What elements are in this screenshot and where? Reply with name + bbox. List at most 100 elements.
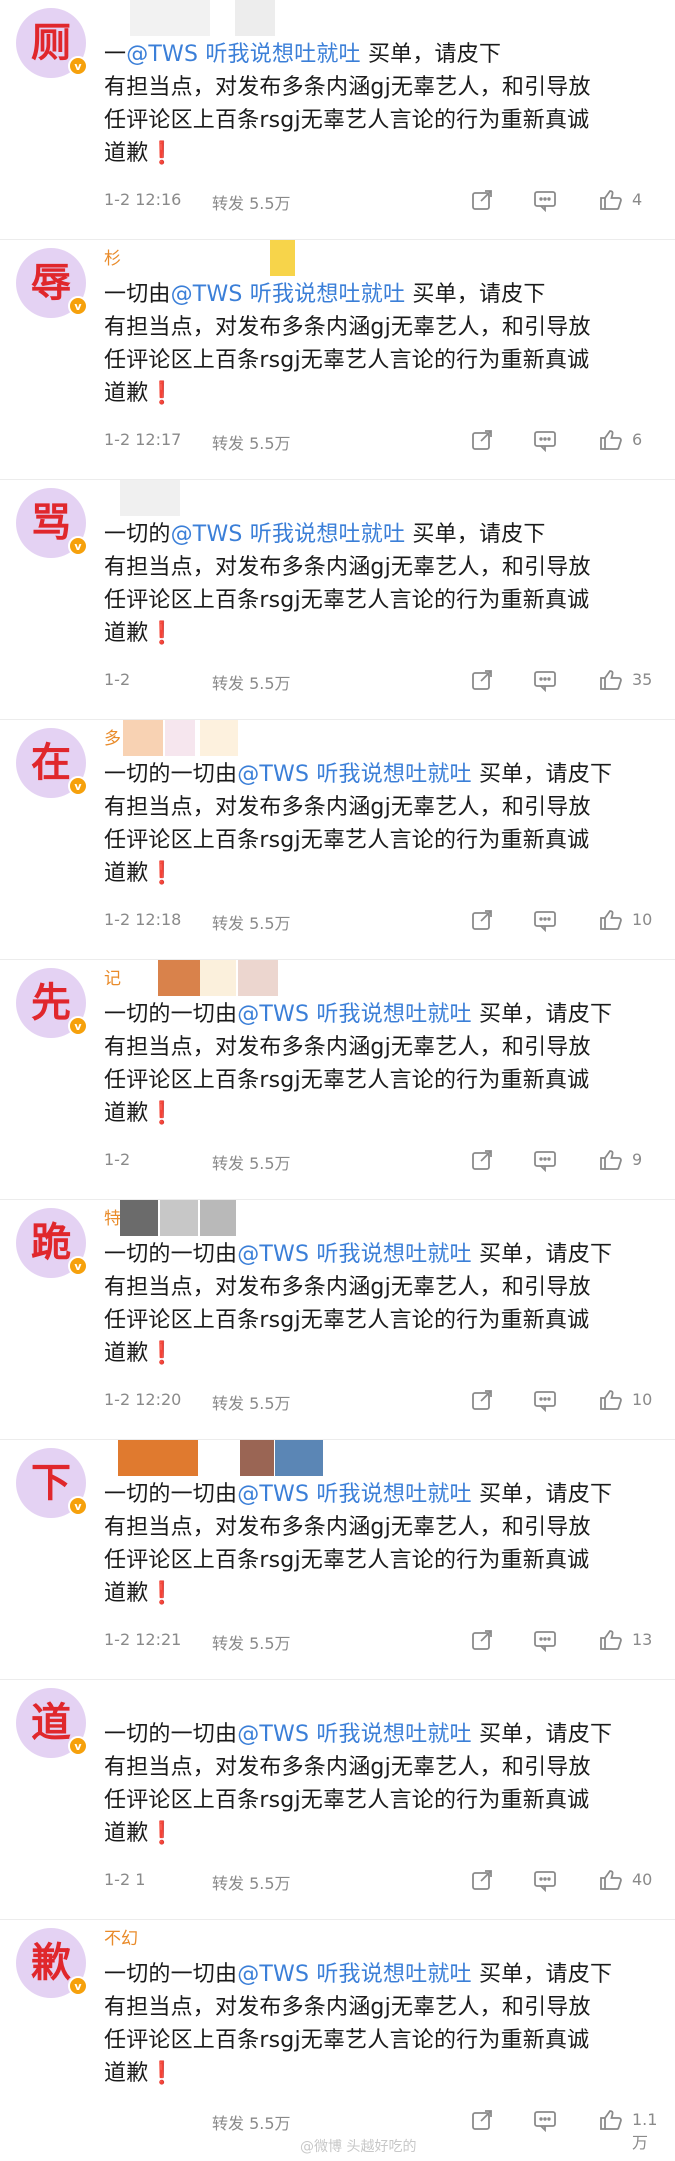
exclamation-icon: ❗	[148, 1821, 176, 1846]
share-icon[interactable]	[470, 1868, 496, 1892]
avatar-character: 先	[31, 980, 71, 1026]
comment-text-line: 任评论区上百条rsgj无辜艺人言论的行为重新真诚	[104, 1308, 590, 1333]
mention-link[interactable]: @TWS 听我说想吐就吐	[237, 1002, 472, 1027]
share-icon[interactable]	[470, 428, 496, 452]
mention-link[interactable]: @TWS 听我说想吐就吐	[237, 762, 472, 787]
comment-icon[interactable]	[532, 908, 558, 933]
avatar-character: 在	[31, 740, 71, 786]
avatar[interactable]: 歉v	[16, 1928, 88, 1998]
timestamp: 1-2 12:21	[104, 1630, 182, 1649]
comment-text-segment: 买单，请皮下	[405, 522, 546, 547]
comment-text: 一切的一切由@TWS 听我说想吐就吐 买单，请皮下 有担当点，对发布多条内涵gj无…	[104, 1718, 664, 1850]
share-icon[interactable]	[470, 1148, 496, 1172]
username[interactable]: 多	[104, 724, 121, 749]
comment-icon[interactable]	[532, 1148, 558, 1173]
comment-text-line: 有担当点，对发布多条内涵gj无辜艺人，和引导放	[104, 555, 591, 580]
comment-text-line: 任评论区上百条rsgj无辜艺人言论的行为重新真诚	[104, 588, 590, 613]
avatar[interactable]: 骂v	[16, 488, 88, 558]
thumbs-up-icon[interactable]	[598, 668, 624, 692]
mention-link[interactable]: @TWS 听我说想吐就吐	[237, 1962, 472, 1987]
comment-prefix: 一切的一切由	[104, 1722, 238, 1747]
mention-link[interactable]: @TWS 听我说想吐就吐	[237, 1722, 472, 1747]
censor-block	[200, 960, 236, 996]
avatar-character: 厕	[31, 20, 71, 66]
comment-text-line: 道歉	[104, 381, 149, 406]
thumbs-up-icon[interactable]	[598, 1868, 624, 1892]
exclamation-icon: ❗	[148, 861, 176, 886]
verified-badge-icon: v	[68, 1496, 88, 1516]
like-count: 13	[632, 1630, 653, 1649]
thumbs-up-icon[interactable]	[598, 1148, 624, 1172]
mention-link[interactable]: @TWS 听我说想吐就吐	[237, 1242, 472, 1267]
comment-icon[interactable]	[532, 1868, 558, 1893]
avatar[interactable]: 辱v	[16, 248, 88, 318]
comment-text-line: 道歉	[104, 141, 149, 166]
mention-link[interactable]: @TWS 听我说想吐就吐	[171, 522, 406, 547]
comment-text-line: 道歉	[104, 1101, 149, 1126]
timestamp: 1-2 12:17	[104, 430, 182, 449]
thumbs-up-icon[interactable]	[598, 1388, 624, 1412]
avatar[interactable]: 跪v	[16, 1208, 88, 1278]
comment-post: 下 v 一切的一切由@TWS 听我说想吐就吐 买单，请皮下 有担当点，对发布多条内涵g…	[0, 1440, 675, 1680]
comment-post: 先 v 记一切的一切由@TWS 听我说想吐就吐 买单，请皮下 有担当点，对发布多条内涵…	[0, 960, 675, 1200]
comment-post: 跪 v 特一切的一切由@TWS 听我说想吐就吐 买单，请皮下 有担当点，对发布多条内涵…	[0, 1200, 675, 1440]
censor-block	[238, 960, 278, 996]
username[interactable]: 特	[104, 1204, 121, 1229]
avatar[interactable]: 在v	[16, 728, 88, 798]
username[interactable]: 记	[104, 964, 121, 989]
comment-text-line: 任评论区上百条rsgj无辜艺人言论的行为重新真诚	[104, 1548, 590, 1573]
mention-link[interactable]: @TWS 听我说想吐就吐	[126, 42, 361, 67]
verified-badge-icon: v	[68, 56, 88, 76]
comment-post: 在 v 多一切的一切由@TWS 听我说想吐就吐 买单，请皮下 有担当点，对发布多条内涵…	[0, 720, 675, 960]
comment-icon[interactable]	[532, 2108, 558, 2133]
avatar[interactable]: 先v	[16, 968, 88, 1038]
censor-block	[123, 720, 163, 756]
share-icon[interactable]	[470, 2108, 496, 2132]
comment-text-segment: 买单，请皮下	[471, 1482, 613, 1507]
thumbs-up-icon[interactable]	[598, 188, 624, 212]
share-icon[interactable]	[470, 1628, 496, 1652]
avatar[interactable]: 厕v	[16, 8, 88, 78]
timestamp: 1-2	[104, 1150, 131, 1169]
timestamp: 1-2	[104, 670, 131, 689]
comment-text-segment: 买单，请皮下	[471, 1002, 613, 1027]
comment-icon[interactable]	[532, 668, 558, 693]
comment-icon[interactable]	[532, 188, 558, 213]
share-icon[interactable]	[470, 1388, 496, 1412]
thumbs-up-icon[interactable]	[598, 2108, 624, 2132]
repost-count: 转发 5.5万	[212, 434, 291, 453]
weibo-comment-feed: 厕 v 一@TWS 听我说想吐就吐 买单，请皮下 有担当点，对发布多条内涵gj无辜艺人…	[0, 0, 675, 2161]
censor-block	[235, 0, 275, 36]
like-count: 10	[632, 910, 653, 929]
comment-prefix: 一切的一切由	[104, 1002, 238, 1027]
censor-block	[160, 1200, 198, 1236]
username[interactable]: 不幻	[104, 1924, 138, 1949]
comment-icon[interactable]	[532, 428, 558, 453]
thumbs-up-icon[interactable]	[598, 428, 624, 452]
comment-prefix: 一切的	[104, 522, 171, 547]
thumbs-up-icon[interactable]	[598, 1628, 624, 1652]
repost-count: 转发 5.5万	[212, 1154, 291, 1173]
avatar-character: 骂	[31, 500, 71, 546]
repost-count: 转发 5.5万	[212, 674, 291, 693]
share-icon[interactable]	[470, 668, 496, 692]
comment-icon[interactable]	[532, 1388, 558, 1413]
share-icon[interactable]	[470, 908, 496, 932]
thumbs-up-icon[interactable]	[598, 908, 624, 932]
avatar-character: 下	[31, 1460, 71, 1506]
mention-link[interactable]: @TWS 听我说想吐就吐	[237, 1482, 472, 1507]
username[interactable]: 杉	[104, 244, 121, 269]
comment-prefix: 一切的一切由	[104, 1962, 238, 1987]
mention-link[interactable]: @TWS 听我说想吐就吐	[171, 282, 406, 307]
avatar[interactable]: 下v	[16, 1448, 88, 1518]
avatar[interactable]: 道v	[16, 1688, 88, 1758]
exclamation-icon: ❗	[148, 1581, 176, 1606]
share-icon[interactable]	[470, 188, 496, 212]
comment-text-line: 有担当点，对发布多条内涵gj无辜艺人，和引导放	[104, 1755, 591, 1780]
comment-icon[interactable]	[532, 1628, 558, 1653]
comment-text: 一切的一切由@TWS 听我说想吐就吐 买单，请皮下 有担当点，对发布多条内涵gj无…	[104, 998, 664, 1130]
like-count: 9	[632, 1150, 643, 1169]
comment-text-line: 有担当点，对发布多条内涵gj无辜艺人，和引导放	[104, 75, 591, 100]
comment-footer: 1-2 12:21 转发 5.5万 13	[104, 1626, 664, 1656]
comment-footer: 1-2 转发 5.5万 9	[104, 1146, 664, 1176]
